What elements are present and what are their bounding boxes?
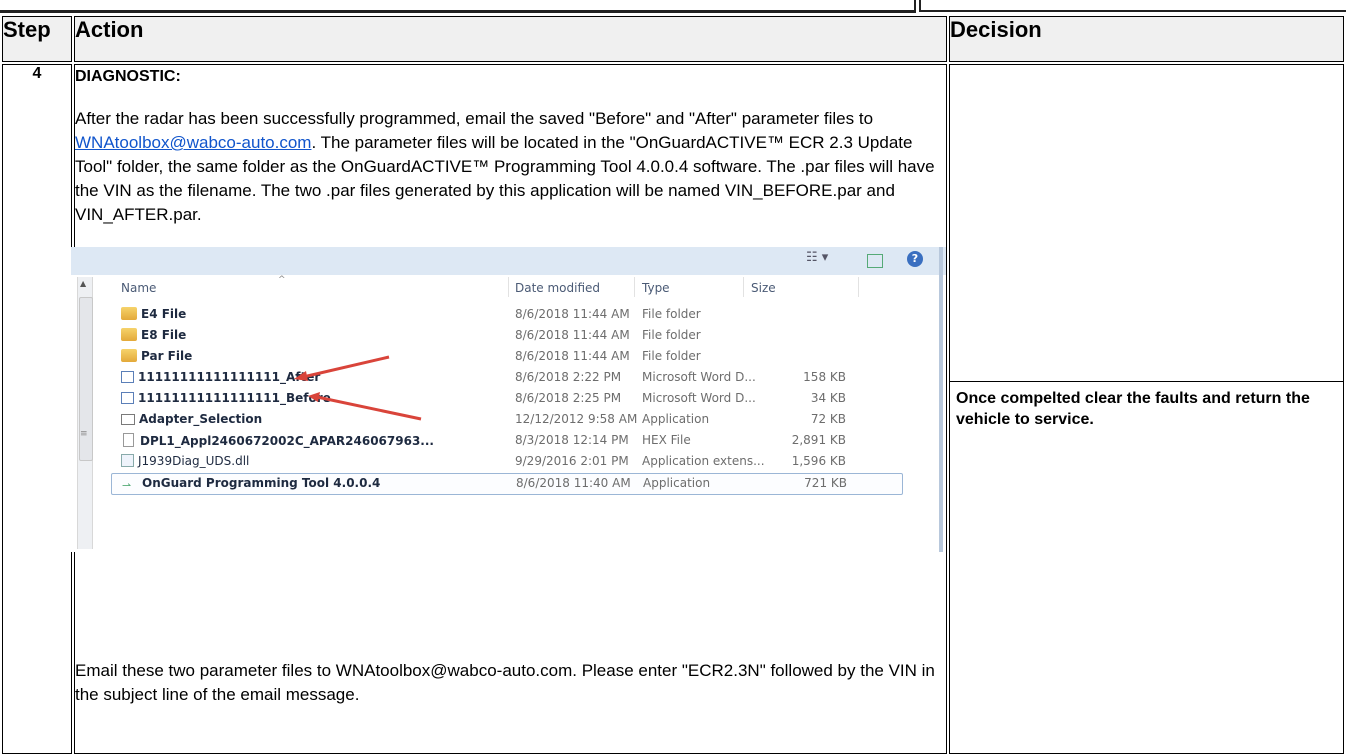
folder-icon — [121, 328, 137, 341]
file-size: 721 KB — [804, 476, 847, 490]
explorer-screenshot: ☷ ▾ ? ▲ ≡ Name ^ Date modified Type Size — [71, 247, 946, 552]
file-type: Application extens... — [642, 454, 765, 468]
column-name[interactable]: Name — [121, 281, 156, 295]
file-type: Application — [642, 412, 710, 426]
decision-text: Once compelted clear the faults and retu… — [956, 390, 1310, 428]
file-size: 158 KB — [803, 370, 846, 384]
file-row[interactable]: DPL1_Appl2460672002C_APAR246067963... 8/… — [111, 431, 901, 451]
file-name: DPL1_Appl2460672002C_APAR246067963... — [140, 434, 434, 448]
email-link[interactable]: WNAtoolbox@wabco-auto.com — [75, 133, 311, 152]
file-date: 8/6/2018 11:44 AM — [515, 349, 630, 363]
header-step: Step — [2, 16, 72, 62]
diagnostic-label: DIAGNOSTIC: — [75, 68, 181, 85]
hex-file-icon — [123, 433, 134, 447]
file-type: File folder — [642, 349, 701, 363]
scroll-grip-icon: ≡ — [80, 429, 88, 439]
header-action: Action — [74, 16, 947, 62]
file-type: Microsoft Word D... — [642, 391, 756, 405]
file-date: 8/6/2018 2:25 PM — [515, 391, 622, 405]
file-date: 8/6/2018 11:40 AM — [516, 476, 631, 490]
scroll-up-icon[interactable]: ▲ — [80, 279, 86, 288]
file-name: 11111111111111111_Before — [138, 391, 331, 405]
file-row[interactable]: 11111111111111111_Before 8/6/2018 2:25 P… — [111, 389, 901, 409]
file-row[interactable]: J1939Diag_UDS.dll 9/29/2016 2:01 PM Appl… — [111, 452, 901, 472]
file-date: 8/6/2018 2:22 PM — [515, 370, 622, 384]
top-border-left — [0, 0, 916, 13]
instructions-paragraph: After the radar has been successfully pr… — [75, 107, 935, 227]
decision-cell: Once compelted clear the faults and retu… — [949, 64, 1344, 754]
column-date-modified[interactable]: Date modified — [515, 281, 600, 295]
file-date: 8/3/2018 12:14 PM — [515, 433, 629, 447]
file-name: E8 File — [141, 328, 187, 342]
file-type: HEX File — [642, 433, 691, 447]
help-icon: ? — [907, 251, 923, 267]
column-separator — [743, 277, 744, 297]
column-separator — [858, 277, 859, 297]
instructions-text-a: After the radar has been successfully pr… — [75, 109, 874, 128]
file-size: 1,596 KB — [791, 454, 846, 468]
file-type: File folder — [642, 307, 701, 321]
file-row[interactable]: E4 File 8/6/2018 11:44 AM File folder — [111, 305, 901, 325]
step-row: 4 DIAGNOSTIC: After the radar has been s… — [2, 64, 1344, 754]
dll-icon — [121, 454, 134, 467]
preview-pane-icon — [867, 254, 883, 268]
file-name: J1939Diag_UDS.dll — [138, 454, 250, 468]
word-doc-icon — [121, 371, 134, 383]
file-type: File folder — [642, 328, 701, 342]
folder-icon — [121, 307, 137, 320]
file-date: 8/6/2018 11:44 AM — [515, 328, 630, 342]
file-size: 34 KB — [810, 391, 846, 405]
header-decision: Decision — [949, 16, 1344, 62]
decision-top-box — [950, 65, 1343, 382]
file-size: 72 KB — [810, 412, 846, 426]
header-row: Step Action Decision — [2, 16, 1344, 62]
explorer-right-edge — [939, 247, 943, 552]
file-size: 2,891 KB — [791, 433, 846, 447]
file-type: Application — [643, 476, 711, 490]
file-row[interactable]: 11111111111111111_After 8/6/2018 2:22 PM… — [111, 368, 901, 388]
column-type[interactable]: Type — [642, 281, 670, 295]
file-date: 8/6/2018 11:44 AM — [515, 307, 630, 321]
procedure-table: Step Action Decision 4 DIAGNOSTIC: After… — [0, 14, 1346, 756]
top-border-strip — [0, 0, 1346, 14]
word-doc-icon — [121, 392, 134, 404]
folder-icon — [121, 349, 137, 362]
file-row[interactable]: Adapter_Selection 12/12/2012 9:58 AM App… — [111, 410, 901, 430]
file-row[interactable]: E8 File 8/6/2018 11:44 AM File folder — [111, 326, 901, 346]
explorer-scrollbar[interactable]: ▲ ≡ — [77, 277, 93, 549]
explorer-toolbar: ☷ ▾ ? — [71, 247, 946, 275]
view-options-icon: ☷ ▾ — [806, 250, 829, 265]
application-icon — [121, 414, 135, 425]
column-size[interactable]: Size — [751, 281, 776, 295]
email-instructions: Email these two parameter files to WNAto… — [75, 661, 935, 704]
column-separator — [508, 277, 509, 297]
file-row-selected[interactable]: ⇀ OnGuard Programming Tool 4.0.0.4 8/6/20… — [111, 473, 903, 495]
file-name: Adapter_Selection — [139, 412, 263, 426]
file-name: Par File — [141, 349, 193, 363]
top-border-right — [919, 0, 1346, 12]
step-number: 4 — [2, 64, 72, 754]
file-name: 11111111111111111_After — [138, 370, 321, 384]
column-separator — [634, 277, 635, 297]
sort-caret-icon: ^ — [278, 275, 286, 285]
file-name: OnGuard Programming Tool 4.0.0.4 — [142, 476, 381, 490]
file-date: 9/29/2016 2:01 PM — [515, 454, 629, 468]
file-row[interactable]: Par File 8/6/2018 11:44 AM File folder — [111, 347, 901, 367]
file-date: 12/12/2012 9:58 AM — [515, 412, 638, 426]
file-type: Microsoft Word D... — [642, 370, 756, 384]
file-name: E4 File — [141, 307, 187, 321]
program-icon: ⇀ — [122, 479, 132, 492]
action-cell: DIAGNOSTIC: After the radar has been suc… — [71, 64, 947, 754]
